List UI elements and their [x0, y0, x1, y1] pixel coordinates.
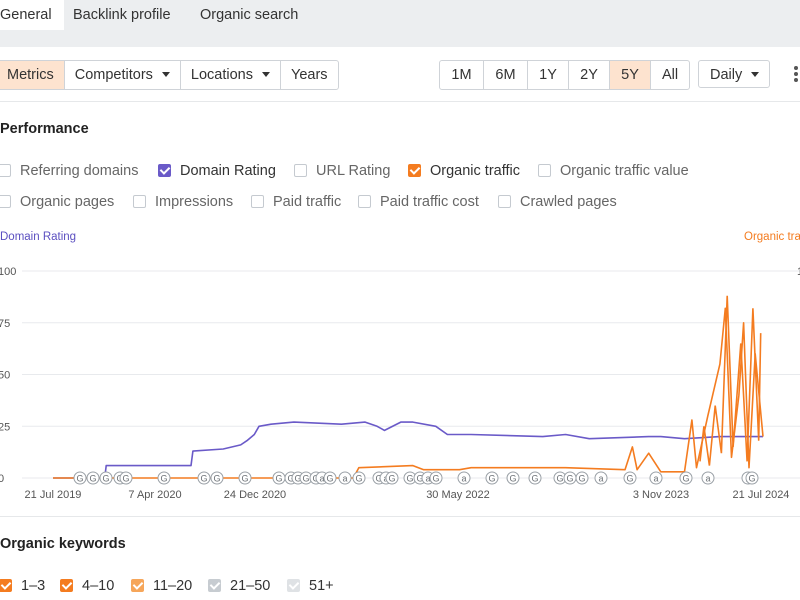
event-marker-label: G [200, 474, 207, 484]
y-tick-label: 100 [0, 266, 16, 278]
event-marker-label: G [89, 474, 96, 484]
event-marker-label: G [102, 474, 109, 484]
range-all-button[interactable]: All [650, 61, 689, 89]
toolbar-divider [0, 101, 800, 102]
checkbox-url-rating[interactable]: URL Rating [294, 162, 390, 180]
checkbox-paid-traffic-cost[interactable]: Paid traffic cost [358, 193, 479, 211]
tab-backlink-profile[interactable]: Backlink profile [61, 0, 183, 30]
event-marker-label: G [213, 474, 220, 484]
range-1m-button[interactable]: 1M [440, 61, 483, 89]
event-marker-label: G [302, 474, 309, 484]
y-tick-label: 75 [0, 318, 10, 330]
checkbox-paid-traffic[interactable]: Paid traffic [251, 193, 341, 211]
event-marker-label: G [566, 474, 573, 484]
chevron-down-icon [751, 72, 760, 77]
event-marker-label: G [388, 474, 395, 484]
event-marker-label: G [160, 474, 167, 484]
performance-chart[interactable]: 1007550250121 Jul 20197 Apr 202024 Dec 2… [0, 250, 800, 510]
y-tick-label: 50 [0, 370, 10, 382]
locations-dropdown[interactable]: Locations [179, 61, 280, 89]
checkbox-crawled-pages[interactable]: Crawled pages [498, 193, 617, 211]
checkbox-kw-4-10[interactable]: 4–10 [60, 577, 114, 595]
organic-keywords-title: Organic keywords [0, 536, 126, 552]
metrics-tab[interactable]: Metrics [0, 61, 64, 89]
checkbox-organic-traffic-value[interactable]: Organic traffic value [538, 162, 689, 180]
event-marker-label: a [342, 474, 347, 484]
x-tick-label: 24 Dec 2020 [224, 489, 286, 501]
x-tick-label: 21 Jul 2019 [25, 489, 82, 501]
organic-traffic-line [53, 307, 764, 479]
event-marker-label: G [531, 474, 538, 484]
range-5y-button[interactable]: 5Y [609, 61, 650, 89]
range-6m-button[interactable]: 6M [483, 61, 527, 89]
domain-rating-line [53, 421, 763, 479]
interval-dropdown[interactable]: Daily [698, 60, 770, 88]
event-marker-label: G [626, 474, 633, 484]
view-tabs: Metrics Competitors Locations Years [0, 60, 339, 90]
time-range-selector: 1M 6M 1Y 2Y 5Y All [439, 60, 690, 90]
event-marker-label: a [461, 474, 466, 484]
event-marker-label: G [682, 474, 689, 484]
range-2y-button[interactable]: 2Y [568, 61, 609, 89]
top-tab-bar: General Backlink profile Organic search [0, 0, 800, 47]
event-marker-label: a [598, 474, 603, 484]
y-tick-label: 25 [0, 421, 10, 433]
event-marker-label: G [432, 474, 439, 484]
tab-organic-search[interactable]: Organic search [188, 0, 310, 30]
event-marker-label: G [122, 474, 129, 484]
event-marker-label: G [326, 474, 333, 484]
event-marker-label: G [509, 474, 516, 484]
checkbox-domain-rating[interactable]: Domain Rating [158, 162, 276, 180]
event-marker-label: G [578, 474, 585, 484]
x-tick-label: 3 Nov 2023 [633, 489, 689, 501]
event-marker-label: G [76, 474, 83, 484]
performance-title: Performance [0, 121, 89, 137]
event-marker-label: G [355, 474, 362, 484]
chart-divider [0, 516, 800, 517]
x-tick-label: 21 Jul 2024 [733, 489, 790, 501]
checkbox-organic-traffic[interactable]: Organic traffic [408, 162, 520, 180]
event-marker-label: a [653, 474, 658, 484]
kebab-menu-icon[interactable] [794, 66, 798, 84]
checkbox-kw-51-plus[interactable]: 51+ [287, 577, 334, 595]
event-marker-label: G [275, 474, 282, 484]
checkbox-organic-pages[interactable]: Organic pages [0, 193, 114, 211]
event-marker-label: G [748, 474, 755, 484]
checkbox-kw-21-50[interactable]: 21–50 [208, 577, 270, 595]
competitors-dropdown[interactable]: Competitors [63, 61, 180, 89]
event-marker-label: G [556, 474, 563, 484]
x-tick-label: 30 May 2022 [426, 489, 490, 501]
event-marker-label: G [241, 474, 248, 484]
left-axis-title: Domain Rating [0, 231, 77, 243]
event-marker-label: G [406, 474, 413, 484]
chevron-down-icon [261, 72, 270, 77]
checkbox-referring-domains[interactable]: Referring domains [0, 162, 138, 180]
x-tick-label: 7 Apr 2020 [128, 489, 181, 501]
event-marker-label: G [488, 474, 495, 484]
years-tab[interactable]: Years [279, 61, 338, 89]
checkbox-impressions[interactable]: Impressions [133, 193, 233, 211]
checkbox-kw-1-3[interactable]: 1–3 [0, 577, 45, 595]
y-tick-label: 0 [0, 473, 4, 485]
tab-general[interactable]: General [0, 0, 64, 30]
chevron-down-icon [161, 72, 170, 77]
right-axis-title: Organic tra [744, 231, 800, 243]
range-1y-button[interactable]: 1Y [527, 61, 568, 89]
event-marker-label: a [705, 474, 710, 484]
checkbox-kw-11-20[interactable]: 11–20 [131, 577, 192, 595]
